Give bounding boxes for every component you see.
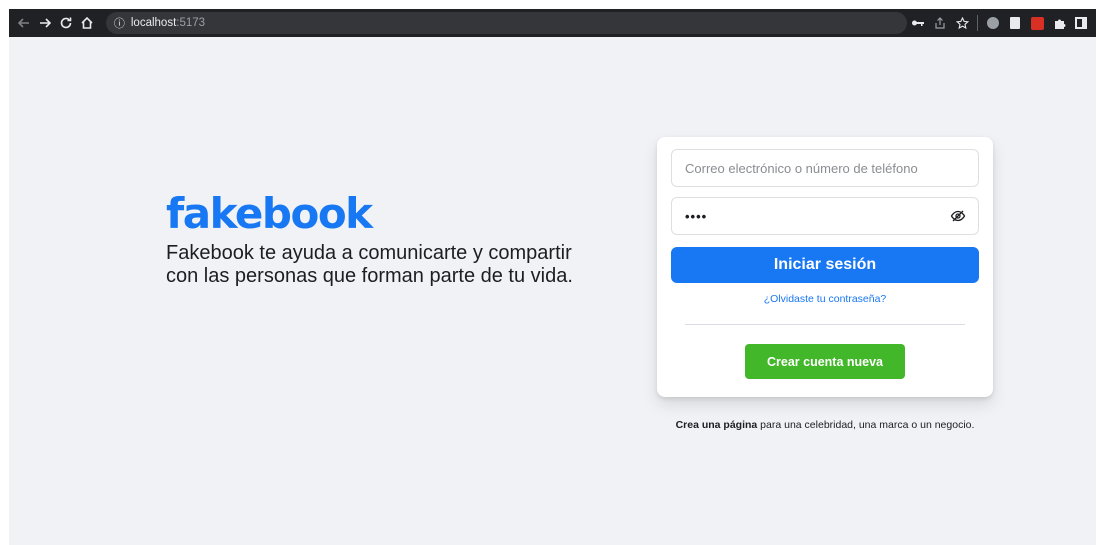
forgot-password-link[interactable]: ¿Olvidaste tu contraseña?	[657, 293, 993, 305]
url-port: :5173	[176, 17, 206, 29]
divider	[685, 324, 965, 325]
window-frame-right	[1096, 0, 1103, 545]
tagline: Fakebook te ayuda a comunicarte y compar…	[166, 242, 573, 287]
home-icon	[81, 16, 93, 29]
email-input[interactable]	[685, 150, 965, 186]
window-frame-left	[0, 0, 9, 545]
create-page-link[interactable]: Crea una página	[676, 419, 758, 431]
toolbar-divider	[977, 15, 978, 31]
extensions-puzzle-icon[interactable]	[1048, 12, 1070, 34]
arrow-left-icon	[17, 18, 29, 28]
arrow-right-icon	[39, 18, 51, 28]
back-button[interactable]	[13, 12, 34, 34]
login-button[interactable]: Iniciar sesión	[671, 247, 979, 283]
home-button[interactable]	[77, 12, 98, 34]
extension-doc-icon[interactable]	[1004, 12, 1026, 34]
side-panel-icon[interactable]	[1070, 12, 1092, 34]
key-icon[interactable]	[907, 12, 929, 34]
create-page-text: para una celebridad, una marca o un nego…	[757, 419, 975, 431]
bookmark-star-icon[interactable]	[951, 12, 973, 34]
address-bar[interactable]: ⓘ localhost:5173	[105, 12, 907, 34]
toggle-password-visibility-icon[interactable]	[950, 208, 966, 224]
reload-button[interactable]	[55, 12, 76, 34]
fakebook-logo: fakebook	[166, 189, 373, 238]
email-field[interactable]	[671, 149, 979, 187]
reload-icon	[60, 17, 72, 29]
share-icon[interactable]	[929, 12, 951, 34]
create-account-button[interactable]: Crear cuenta nueva	[745, 344, 905, 379]
login-card: •••• Iniciar sesión ¿Olvidaste tu contra…	[657, 137, 993, 397]
extension-shield-icon[interactable]	[982, 12, 1004, 34]
password-field[interactable]: ••••	[671, 197, 979, 235]
password-value: ••••	[685, 208, 708, 224]
url-host: localhost	[130, 17, 177, 29]
extension-red-icon[interactable]	[1026, 12, 1048, 34]
create-page-note: Crea una página para una celebridad, una…	[669, 419, 981, 432]
browser-toolbar: ⓘ localhost:5173	[9, 9, 1096, 37]
forward-button[interactable]	[34, 12, 55, 34]
site-info-icon[interactable]: ⓘ	[114, 15, 125, 31]
page-background: fakebook Fakebook te ayuda a comunicarte…	[9, 37, 1096, 545]
